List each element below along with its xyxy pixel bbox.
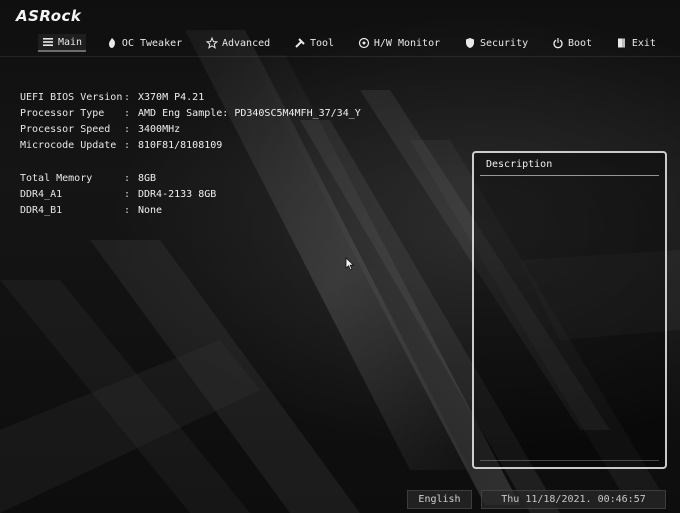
description-divider: [480, 175, 659, 176]
info-label: DDR4_A1: [20, 189, 63, 200]
system-info: UEFI BIOS Version : X370M P4.21 Processo…: [20, 90, 361, 219]
tab-exit[interactable]: Exit: [612, 35, 660, 51]
tab-main[interactable]: Main: [38, 34, 87, 52]
menu-divider: [0, 56, 680, 57]
info-separator: :: [124, 189, 131, 200]
info-separator: :: [124, 92, 131, 103]
info-label: DDR4_B1: [20, 205, 63, 216]
tab-label: Advanced: [221, 37, 271, 49]
info-row-microcode-update: Microcode Update : 810F81/8108109: [20, 138, 361, 154]
description-panel: Description: [472, 151, 667, 469]
exit-icon: [616, 37, 628, 49]
tab-label: Tool: [309, 37, 335, 49]
info-separator: :: [124, 140, 131, 151]
info-value: DDR4-2133 8GB: [138, 189, 217, 200]
bios-screen: ASRock Main OC Tweaker Advanced Tool H/W…: [0, 0, 680, 513]
asrock-logo: ASRock: [16, 7, 82, 25]
info-row-total-memory: Total Memory : 8GB: [20, 171, 361, 187]
tab-label: Main: [58, 36, 83, 48]
tab-tool[interactable]: Tool: [290, 35, 338, 51]
power-icon: [552, 37, 564, 49]
main-menu: Main OC Tweaker Advanced Tool H/W Monito: [38, 33, 660, 53]
datetime-display: Thu 11/18/2021. 00:46:57: [481, 490, 666, 509]
info-value: X370M P4.21: [138, 92, 205, 103]
tab-label: Exit: [631, 37, 656, 49]
list-icon: [42, 36, 54, 48]
wrench-icon: [294, 37, 306, 49]
info-label: Microcode Update: [20, 140, 117, 151]
info-value: 810F81/8108109: [138, 140, 223, 151]
info-separator: :: [124, 124, 131, 135]
tab-security[interactable]: Security: [460, 35, 532, 51]
tab-label: Security: [479, 37, 529, 49]
description-title: Description: [486, 159, 553, 170]
shield-icon: [464, 37, 476, 49]
info-label: Total Memory: [20, 173, 93, 184]
info-separator: :: [124, 108, 131, 119]
tab-label: Boot: [567, 37, 593, 49]
star-icon: [205, 37, 218, 49]
tab-label: H/W Monitor: [373, 37, 441, 49]
info-value: 8GB: [138, 173, 157, 184]
info-row-ddr4-a1: DDR4_A1 : DDR4-2133 8GB: [20, 187, 361, 203]
tab-label: OC Tweaker: [121, 37, 183, 49]
info-row-processor-speed: Processor Speed : 3400MHz: [20, 122, 361, 138]
tab-advanced[interactable]: Advanced: [202, 35, 274, 51]
info-separator: :: [124, 205, 131, 216]
info-value: None: [138, 205, 163, 216]
info-row-ddr4-b1: DDR4_B1 : None: [20, 203, 361, 219]
info-value: AMD Eng Sample: PD340SC5M4MFH_37/34_Y: [138, 108, 361, 119]
mouse-cursor-icon: [345, 257, 355, 271]
info-label: Processor Speed: [20, 124, 111, 135]
info-label: Processor Type: [20, 108, 105, 119]
info-row-processor-type: Processor Type : AMD Eng Sample: PD340SC…: [20, 106, 361, 122]
tab-hw-monitor[interactable]: H/W Monitor: [354, 35, 444, 51]
info-value: 3400MHz: [138, 124, 181, 135]
tab-oc-tweaker[interactable]: OC Tweaker: [102, 35, 186, 51]
info-separator: :: [124, 173, 131, 184]
info-label: UEFI BIOS Version: [20, 92, 123, 103]
monitor-icon: [358, 37, 370, 49]
tab-boot[interactable]: Boot: [548, 35, 596, 51]
language-button[interactable]: English: [407, 490, 472, 509]
info-row-uefi-version: UEFI BIOS Version : X370M P4.21: [20, 90, 361, 106]
flame-icon: [106, 37, 118, 49]
description-bottom-edge: [480, 460, 659, 461]
